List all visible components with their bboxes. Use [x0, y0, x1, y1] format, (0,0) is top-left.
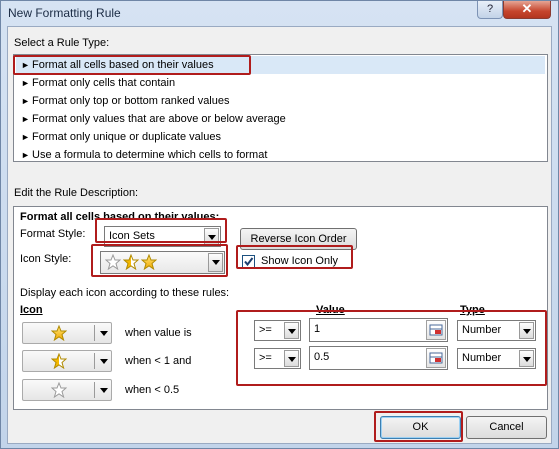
rule-type-item-label: Format all cells based on their values — [32, 59, 214, 71]
rule-type-item[interactable]: ► Format only top or bottom ranked values — [16, 92, 545, 110]
dialog-body: Select a Rule Type: ► Format all cells ba… — [7, 26, 552, 444]
value-text: 0.5 — [314, 351, 330, 363]
type-select-row-2[interactable]: Number — [457, 348, 536, 369]
divider — [94, 382, 95, 398]
divider — [94, 325, 95, 341]
icon-select-row-1[interactable] — [22, 322, 112, 344]
operator-value: >= — [259, 352, 272, 364]
rule-type-item[interactable]: ► Format only cells that contain — [16, 74, 545, 92]
divider — [94, 353, 95, 369]
rule-condition-3: when < 0.5 — [125, 384, 180, 396]
type-select-row-1[interactable]: Number — [457, 320, 536, 341]
rule-description-panel: Format all cells based on their values: … — [13, 206, 548, 410]
chevron-down-icon[interactable] — [204, 228, 219, 245]
title-bar: New Formatting Rule ? ✕ — [1, 1, 558, 25]
icon-style-label: Icon Style: — [20, 253, 72, 265]
cancel-button[interactable]: Cancel — [466, 416, 547, 439]
edit-rule-description-label: Edit the Rule Description: — [14, 187, 139, 199]
reverse-icon-order-label: Reverse Icon Order — [250, 233, 347, 245]
cancel-label: Cancel — [489, 421, 524, 433]
operator-select-row-1[interactable]: >= — [254, 320, 301, 341]
icon-select-row-2[interactable] — [22, 350, 112, 372]
rule-type-item-label: Use a formula to determine which cells t… — [32, 149, 268, 161]
show-icon-only-label: Show Icon Only — [261, 255, 339, 267]
arrow-icon: ► — [21, 60, 30, 70]
ok-label: OK — [412, 421, 429, 433]
full-star-icon — [51, 325, 67, 341]
arrow-icon: ► — [21, 150, 30, 160]
value-input-row-2[interactable]: 0.5 — [309, 346, 448, 370]
value-text: 1 — [314, 323, 321, 335]
range-picker-button[interactable] — [426, 348, 446, 368]
type-value: Number — [462, 324, 502, 336]
rule-type-item-label: Format only cells that contain — [32, 77, 176, 89]
arrow-icon: ► — [21, 96, 30, 106]
rule-type-item[interactable]: ► Format only unique or duplicate values — [16, 128, 545, 146]
rule-type-item-label: Format only values that are above or bel… — [32, 113, 286, 125]
half-star-icon — [51, 353, 67, 369]
type-value: Number — [462, 352, 502, 364]
icon-select-row-3[interactable] — [22, 379, 112, 401]
chevron-down-icon[interactable] — [284, 350, 299, 367]
rule-condition-2: when < 1 and — [125, 355, 192, 367]
rule-type-item[interactable]: ► Format all cells based on their values — [16, 56, 545, 74]
rule-condition-1: when value is — [125, 327, 192, 339]
show-icon-only-checkbox[interactable] — [242, 255, 255, 268]
format-style-select[interactable]: Icon Sets — [104, 226, 221, 247]
dialog-title: New Formatting Rule — [8, 6, 121, 20]
new-formatting-rule-dialog: New Formatting Rule ? ✕ Select a Rule Ty… — [0, 0, 559, 449]
icon-style-select[interactable] — [100, 251, 225, 274]
description-heading: Format all cells based on their values: — [20, 211, 220, 223]
close-icon: ✕ — [521, 1, 533, 16]
chevron-down-icon[interactable] — [519, 350, 534, 367]
chevron-down-icon[interactable] — [208, 253, 223, 272]
format-style-value: Icon Sets — [109, 230, 155, 242]
arrow-icon: ► — [21, 114, 30, 124]
ok-button[interactable]: OK — [380, 416, 461, 439]
range-picker-button[interactable] — [426, 320, 446, 340]
close-button[interactable]: ✕ — [503, 1, 551, 19]
arrow-icon: ► — [21, 132, 30, 142]
arrow-icon: ► — [21, 78, 30, 88]
value-column-header: Value — [316, 304, 345, 316]
range-picker-icon — [429, 352, 443, 364]
chevron-down-icon[interactable] — [100, 359, 108, 364]
rule-type-item-label: Format only top or bottom ranked values — [32, 95, 230, 107]
chevron-down-icon[interactable] — [100, 388, 108, 393]
rule-type-item[interactable]: ► Format only values that are above or be… — [16, 110, 545, 128]
chevron-down-icon[interactable] — [100, 331, 108, 336]
check-icon — [244, 257, 254, 267]
full-star-icon — [141, 254, 157, 270]
chevron-down-icon[interactable] — [519, 322, 534, 339]
icon-column-header: Icon — [20, 304, 43, 316]
format-style-label: Format Style: — [20, 228, 86, 240]
type-column-header: Type — [460, 304, 485, 316]
help-icon: ? — [486, 3, 494, 15]
chevron-down-icon[interactable] — [284, 322, 299, 339]
rule-type-label: Select a Rule Type: — [14, 37, 110, 49]
rule-type-item-label: Format only unique or duplicate values — [32, 131, 221, 143]
operator-value: >= — [259, 324, 272, 336]
help-button[interactable]: ? — [477, 1, 503, 19]
empty-star-icon — [105, 254, 121, 270]
rules-caption: Display each icon according to these rul… — [20, 287, 230, 299]
rule-type-item[interactable]: ► Use a formula to determine which cells … — [16, 146, 545, 164]
value-input-row-1[interactable]: 1 — [309, 318, 448, 342]
reverse-icon-order-button[interactable]: Reverse Icon Order — [240, 228, 357, 250]
half-star-icon — [123, 254, 139, 270]
operator-select-row-2[interactable]: >= — [254, 348, 301, 369]
range-picker-icon — [429, 324, 443, 336]
empty-star-icon — [51, 382, 67, 398]
rule-type-list[interactable]: ► Format all cells based on their values … — [13, 54, 548, 162]
